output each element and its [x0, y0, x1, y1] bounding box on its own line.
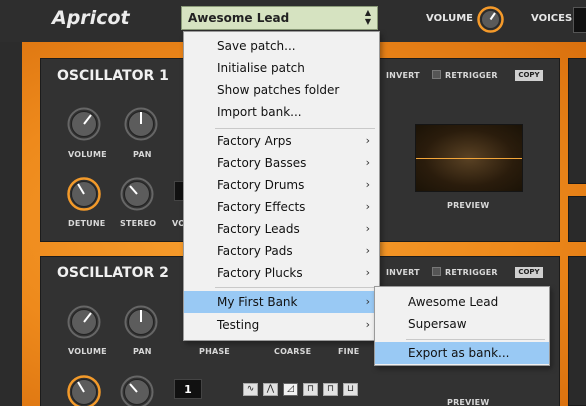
- menu-item-import-bank[interactable]: Import bank...: [184, 101, 379, 123]
- triangle-wave-button[interactable]: ⋀: [263, 383, 278, 396]
- bank-submenu: Awesome Lead Supersaw Export as bank...: [374, 286, 550, 366]
- menu-separator: [215, 287, 375, 288]
- submenu-item-export-as-bank[interactable]: Export as bank...: [375, 342, 549, 364]
- osc2-stereo-knob[interactable]: [120, 375, 154, 406]
- osc1-waveform-preview: [415, 124, 523, 192]
- osc2-copy-button[interactable]: COPY: [515, 267, 543, 278]
- saw-wave-button[interactable]: ◿: [283, 383, 298, 396]
- menu-item-my-first-bank[interactable]: My First Bank ›: [184, 291, 379, 313]
- osc2-pan-label: PAN: [133, 347, 152, 356]
- osc1-copy-button[interactable]: COPY: [515, 70, 543, 81]
- osc1-stereo-knob[interactable]: [120, 177, 154, 211]
- menu-item-factory-drums[interactable]: Factory Drums ›: [184, 174, 379, 196]
- chevron-right-icon: ›: [365, 318, 370, 331]
- osc2-pan-knob[interactable]: [124, 305, 158, 339]
- menu-item-testing[interactable]: Testing ›: [184, 314, 379, 336]
- menu-item-initialise-patch[interactable]: Initialise patch: [184, 57, 379, 79]
- menu-item-factory-effects[interactable]: Factory Effects ›: [184, 196, 379, 218]
- master-volume-knob[interactable]: [477, 6, 504, 33]
- menu-item-factory-basses[interactable]: Factory Basses ›: [184, 152, 379, 174]
- menu-item-save-patch[interactable]: Save patch...: [184, 35, 379, 57]
- osc1-pan-label: PAN: [133, 150, 152, 159]
- submenu-separator: [406, 339, 545, 340]
- pulse-wave-button[interactable]: ⊓: [323, 383, 338, 396]
- menu-item-factory-pads[interactable]: Factory Pads ›: [184, 240, 379, 262]
- preset-menu: Save patch... Initialise patch Show patc…: [183, 31, 380, 341]
- right-panel-stub-3: [568, 256, 586, 406]
- osc1-preview-label: PREVIEW: [447, 201, 490, 210]
- submenu-item-supersaw[interactable]: Supersaw: [375, 313, 549, 335]
- menu-item-factory-leads[interactable]: Factory Leads ›: [184, 218, 379, 240]
- menu-item-show-patches-folder[interactable]: Show patches folder: [184, 79, 379, 101]
- osc2-fine-label: FINE: [338, 347, 360, 356]
- chevron-right-icon: ›: [365, 244, 370, 257]
- osc2-number-field[interactable]: 1: [174, 379, 202, 399]
- osc1-stereo-label: STEREO: [120, 219, 157, 228]
- osc1-retrigger-label: RETRIGGER: [445, 71, 498, 80]
- preset-name: Awesome Lead: [188, 11, 290, 25]
- voices-label: VOICES: [531, 13, 573, 24]
- osc1-volume-label: VOLUME: [68, 150, 107, 159]
- osc1-volume-knob[interactable]: [67, 107, 101, 141]
- osc1-pan-knob[interactable]: [124, 107, 158, 141]
- osc1-detune-label: DETUNE: [68, 219, 106, 228]
- waveform-line: [416, 158, 522, 159]
- chevron-right-icon: ›: [365, 200, 370, 213]
- volume-label: VOLUME: [426, 13, 473, 24]
- chevron-right-icon: ›: [365, 295, 370, 308]
- chevron-right-icon: ›: [365, 178, 370, 191]
- chevron-right-icon: ›: [365, 266, 370, 279]
- osc2-preview-label: PREVIEW: [447, 398, 490, 406]
- right-panel-stub-2: [568, 196, 586, 242]
- oscillator-2-title: OSCILLATOR 2: [57, 265, 169, 281]
- chevron-right-icon: ›: [365, 134, 370, 147]
- right-panel-stub-1: [568, 58, 586, 184]
- osc2-retrigger-label: RETRIGGER: [445, 268, 498, 277]
- menu-item-factory-arps[interactable]: Factory Arps ›: [184, 130, 379, 152]
- noise-wave-button[interactable]: ⊔: [343, 383, 358, 396]
- osc1-retrigger-checkbox[interactable]: [432, 70, 441, 79]
- menu-separator: [215, 128, 375, 129]
- osc2-retrigger-checkbox[interactable]: [432, 267, 441, 276]
- osc2-detune-knob[interactable]: [67, 375, 101, 406]
- chevron-right-icon: ›: [365, 156, 370, 169]
- app-logo: Apricot: [52, 7, 130, 29]
- osc2-phase-label: PHASE: [199, 347, 230, 356]
- osc1-detune-knob[interactable]: [67, 177, 101, 211]
- up-down-arrows-icon: ▲ ▼: [364, 8, 371, 26]
- osc2-volume-knob[interactable]: [67, 305, 101, 339]
- oscillator-1-title: OSCILLATOR 1: [57, 68, 169, 84]
- chevron-right-icon: ›: [365, 222, 370, 235]
- preset-selector[interactable]: Awesome Lead ▲ ▼: [181, 6, 378, 30]
- voices-field[interactable]: [573, 7, 586, 33]
- menu-item-factory-plucks[interactable]: Factory Plucks ›: [184, 262, 379, 284]
- osc1-invert-label: INVERT: [386, 71, 420, 80]
- sine-wave-button[interactable]: ∿: [243, 383, 258, 396]
- submenu-item-awesome-lead[interactable]: Awesome Lead: [375, 291, 549, 313]
- osc2-coarse-label: COARSE: [274, 347, 312, 356]
- osc2-invert-label: INVERT: [386, 268, 420, 277]
- osc2-volume-label: VOLUME: [68, 347, 107, 356]
- square-wave-button[interactable]: ⊓: [303, 383, 318, 396]
